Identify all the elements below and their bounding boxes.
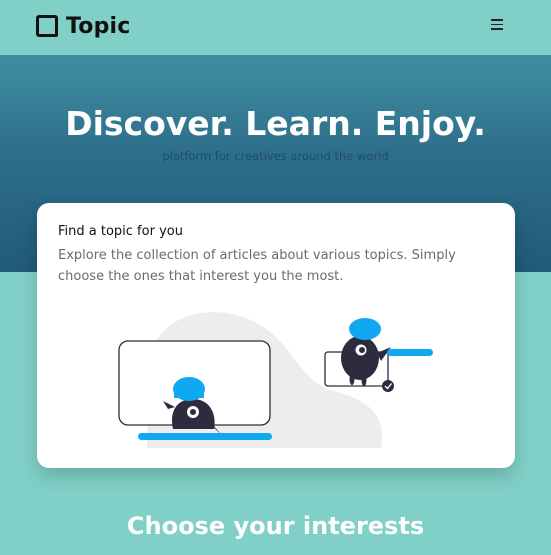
navbar: Topic [0, 0, 551, 55]
topic-card: Find a topic for you Explore the collect… [37, 203, 515, 468]
section-title: Choose your interests [126, 512, 425, 540]
brand-logo[interactable]: Topic [36, 14, 131, 39]
hero-subtitle: platform for creatives around the world [162, 149, 389, 163]
brand-name: Topic [66, 14, 131, 39]
squares-logo-icon [36, 14, 60, 39]
hamburger-icon [491, 19, 503, 21]
hero-title: Discover. Learn. Enjoy. [65, 104, 486, 143]
hamburger-menu-button[interactable] [491, 19, 503, 33]
topic-characters-illustration [118, 312, 433, 448]
